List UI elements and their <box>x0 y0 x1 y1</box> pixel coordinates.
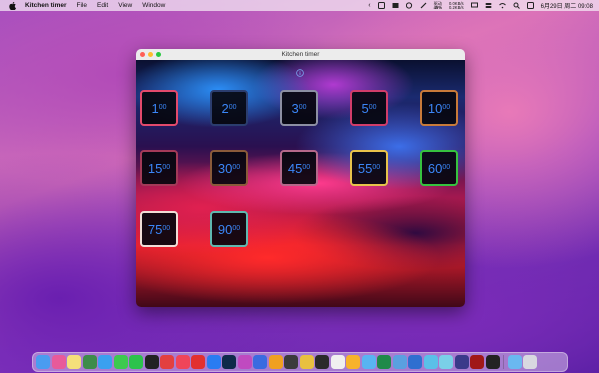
timer-button-5[interactable]: 5 00 <box>350 90 388 126</box>
box-icon[interactable] <box>392 2 399 9</box>
messages-icon[interactable] <box>113 355 128 369</box>
wechat-icon[interactable] <box>129 355 143 369</box>
trash-icon[interactable] <box>523 355 537 369</box>
terminal-app-icon[interactable] <box>82 355 97 369</box>
downloads-icon[interactable] <box>507 355 522 369</box>
timer-minutes: 60 <box>427 160 443 176</box>
safari-icon[interactable] <box>98 355 112 369</box>
sketch-icon[interactable] <box>346 355 360 369</box>
notes-icon[interactable] <box>67 355 81 369</box>
activity-icon[interactable] <box>485 355 500 369</box>
terminal-icon[interactable] <box>315 355 329 369</box>
timer-minutes: 2 <box>221 100 229 116</box>
tool-icon[interactable] <box>284 355 298 369</box>
timer-minutes: 10 <box>427 100 443 116</box>
window-title: Kitchen timer <box>281 51 320 58</box>
siri-icon[interactable] <box>526 2 534 9</box>
pen-icon[interactable] <box>330 355 345 369</box>
timer-minutes: 1 <box>151 100 159 116</box>
timer-minutes: 75 <box>147 221 163 237</box>
timer-button-45[interactable]: 45 00 <box>280 150 318 186</box>
app-store-icon[interactable] <box>206 355 221 369</box>
menu-view[interactable]: View <box>118 2 132 9</box>
finder-icon[interactable] <box>36 355 50 369</box>
network-stat[interactable]: 0.0KB/s 0.2KB/s <box>448 1 464 10</box>
wifi-icon[interactable] <box>498 2 506 9</box>
menu-app-name[interactable]: Kitchen timer <box>25 2 67 9</box>
timer-button-75[interactable]: 75 00 <box>140 211 178 247</box>
preview-icon[interactable] <box>392 355 407 369</box>
timer-seconds: 00 <box>368 103 377 111</box>
xcode-icon[interactable] <box>253 355 267 369</box>
menu-bar: Kitchen timer File Edit View Window ‹ 驱动… <box>0 0 599 11</box>
search-icon[interactable] <box>513 2 520 9</box>
affinity-icon[interactable] <box>237 355 252 369</box>
red-app-icon[interactable] <box>470 355 484 369</box>
menu-edit[interactable]: Edit <box>97 2 108 9</box>
timer-seconds: 00 <box>228 103 237 111</box>
timer-minutes: 45 <box>287 160 303 176</box>
music-icon[interactable] <box>175 355 190 369</box>
timer-seconds: 00 <box>162 163 171 171</box>
timer-button-2[interactable]: 2 00 <box>210 90 248 126</box>
dock-separator <box>503 355 504 369</box>
screen-icon[interactable] <box>454 355 469 369</box>
timer-seconds: 00 <box>442 103 451 111</box>
photoshop-icon[interactable] <box>222 355 236 369</box>
chrome-icon[interactable] <box>299 355 314 369</box>
browser-icon[interactable] <box>439 355 453 369</box>
wechat-icon[interactable] <box>405 2 413 9</box>
alipay-icon[interactable] <box>160 355 174 369</box>
sublime-icon[interactable] <box>268 355 283 369</box>
timer-button-60[interactable]: 60 00 <box>420 150 458 186</box>
timer-button-30[interactable]: 30 00 <box>210 150 248 186</box>
menu-extras: ‹ 驱动 45% 0.0KB/s 0.2KB/s 6月29日 周二 09:08 <box>368 0 593 11</box>
timer-grid-area: 1 00 2 00 3 00 5 00 10 00 15 00 30 00 45 00 55 00 60 00 75 00… <box>136 60 465 307</box>
timer-seconds: 00 <box>158 103 167 111</box>
cpu-stat-value: 45% <box>433 4 442 10</box>
excel-icon[interactable] <box>377 355 391 369</box>
timer-seconds: 00 <box>372 163 381 171</box>
network-down: 0.2KB/s <box>448 4 464 10</box>
apple-menu-icon[interactable] <box>8 1 16 10</box>
timer-seconds: 00 <box>298 103 307 111</box>
timer-minutes: 55 <box>357 160 373 176</box>
tool-icon[interactable] <box>377 2 385 9</box>
vpn-icon[interactable] <box>423 355 438 369</box>
timer-button-10[interactable]: 10 00 <box>420 90 458 126</box>
netease-icon[interactable] <box>191 355 205 369</box>
timer-seconds: 00 <box>162 224 171 232</box>
timer-seconds: 00 <box>232 224 241 232</box>
timer-minutes: 5 <box>361 100 369 116</box>
timer-minutes: 3 <box>291 100 299 116</box>
timer-minutes: 15 <box>147 160 163 176</box>
menu-window[interactable]: Window <box>142 2 165 9</box>
qq-icon[interactable] <box>144 355 159 369</box>
control-center-icon[interactable] <box>485 2 492 9</box>
launchpad-icon[interactable] <box>51 355 66 369</box>
timer-seconds: 00 <box>302 163 311 171</box>
network-icon[interactable] <box>408 355 422 369</box>
timer-minutes: 90 <box>217 221 233 237</box>
timer-button-90[interactable]: 90 00 <box>210 211 248 247</box>
timer-button-1[interactable]: 1 00 <box>140 90 178 126</box>
chevron-left-icon[interactable]: ‹ <box>368 2 370 9</box>
cpu-stat[interactable]: 驱动 45% <box>433 1 442 10</box>
timer-button-3[interactable]: 3 00 <box>280 90 318 126</box>
timer-button-15[interactable]: 15 00 <box>140 150 178 186</box>
info-icon[interactable] <box>296 64 304 77</box>
timer-seconds: 00 <box>232 163 241 171</box>
timer-minutes: 30 <box>217 160 233 176</box>
icloud-icon[interactable] <box>361 355 376 369</box>
dock <box>32 352 568 372</box>
display-icon[interactable] <box>470 2 478 9</box>
clock[interactable]: 6月29日 周二 09:08 <box>541 1 593 10</box>
timer-seconds: 00 <box>442 163 451 171</box>
timer-button-55[interactable]: 55 00 <box>350 150 388 186</box>
pen-icon[interactable] <box>420 2 427 9</box>
kitchen-timer-window: Kitchen timer 1 00 2 00 3 00 5 00 10 00 15 00 30 00 45… <box>136 49 465 307</box>
menu-file[interactable]: File <box>77 2 87 9</box>
